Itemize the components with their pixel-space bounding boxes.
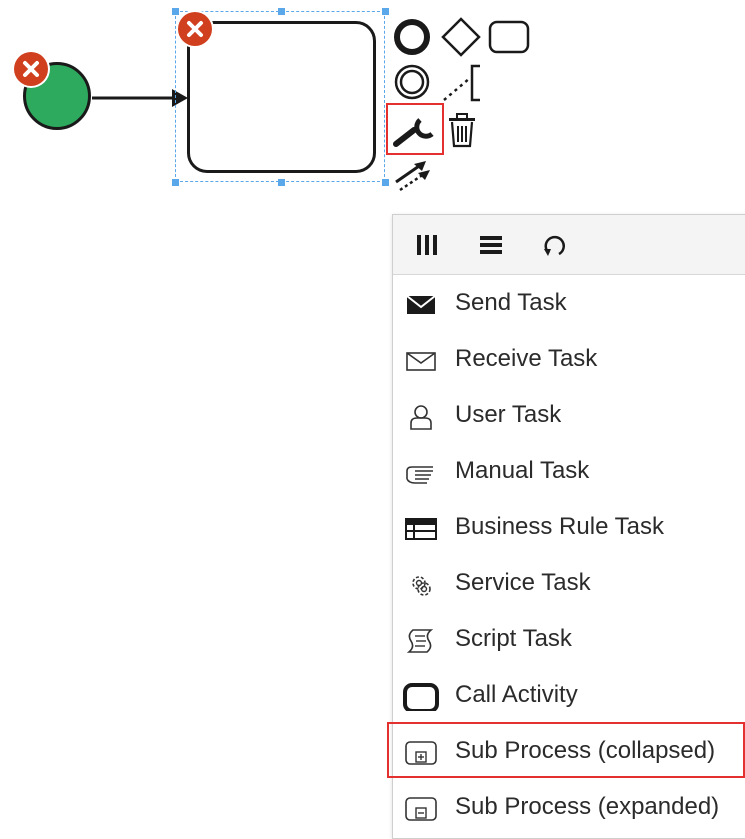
menu-item-label: Sub Process (expanded): [455, 793, 720, 820]
resize-handle[interactable]: [278, 179, 285, 186]
delete-trash-icon[interactable]: [446, 112, 478, 150]
task-shape[interactable]: [187, 21, 376, 173]
sub-process-expanded-icon: [405, 797, 437, 821]
text-annotation-icon[interactable]: [440, 60, 484, 106]
loop-icon[interactable]: [539, 227, 571, 263]
menu-item-business-rule-task[interactable]: Business Rule Task: [393, 501, 745, 557]
resize-handle[interactable]: [382, 8, 389, 15]
resize-handle[interactable]: [382, 179, 389, 186]
menu-item-manual-task[interactable]: Manual Task: [393, 445, 745, 501]
manual-task-icon: [406, 466, 433, 484]
parallel-multi-instance-icon[interactable]: [411, 227, 443, 263]
menu-item-label: Service Task: [455, 569, 591, 596]
error-marker-icon: [178, 12, 212, 46]
script-task-icon: [406, 629, 434, 653]
menu-item-label: Manual Task: [455, 457, 590, 484]
connect-arrow-icon[interactable]: [392, 158, 436, 194]
menu-item-label: Script Task: [455, 625, 572, 652]
menu-item-label: Call Activity: [455, 681, 578, 708]
menu-item-receive-task[interactable]: Receive Task: [393, 333, 745, 389]
resize-handle[interactable]: [278, 8, 285, 15]
end-event-icon[interactable]: [393, 18, 433, 58]
menu-item-user-task[interactable]: User Task: [393, 389, 745, 445]
menu-item-label: Send Task: [455, 289, 567, 316]
call-activity-icon: [403, 683, 439, 711]
send-task-icon: [406, 295, 436, 314]
resize-handle[interactable]: [172, 179, 179, 186]
menu-item-send-task[interactable]: Send Task: [393, 277, 745, 333]
error-marker-icon: [14, 52, 48, 86]
menu-item-label: Receive Task: [455, 345, 598, 372]
change-type-wrench-icon[interactable]: [390, 108, 440, 152]
sequential-multi-instance-icon[interactable]: [475, 227, 507, 263]
receive-task-icon: [406, 352, 436, 371]
sub-process-collapsed-highlight: [387, 722, 745, 778]
business-rule-task-icon: [405, 518, 437, 540]
popup-header: [393, 215, 745, 275]
menu-item-label: User Task: [455, 401, 562, 428]
service-task-icon: [412, 576, 431, 596]
menu-item-script-task[interactable]: Script Task: [393, 613, 745, 669]
menu-item-service-task[interactable]: Service Task: [393, 557, 745, 613]
menu-item-label: Business Rule Task: [455, 513, 664, 540]
task-icon[interactable]: [487, 19, 531, 55]
menu-item-call-activity[interactable]: Call Activity: [393, 669, 745, 725]
gateway-icon[interactable]: [440, 16, 482, 58]
intermediate-event-icon[interactable]: [393, 62, 433, 102]
menu-item-sub-process-expanded[interactable]: Sub Process (expanded): [393, 781, 745, 837]
user-task-icon: [410, 405, 432, 430]
